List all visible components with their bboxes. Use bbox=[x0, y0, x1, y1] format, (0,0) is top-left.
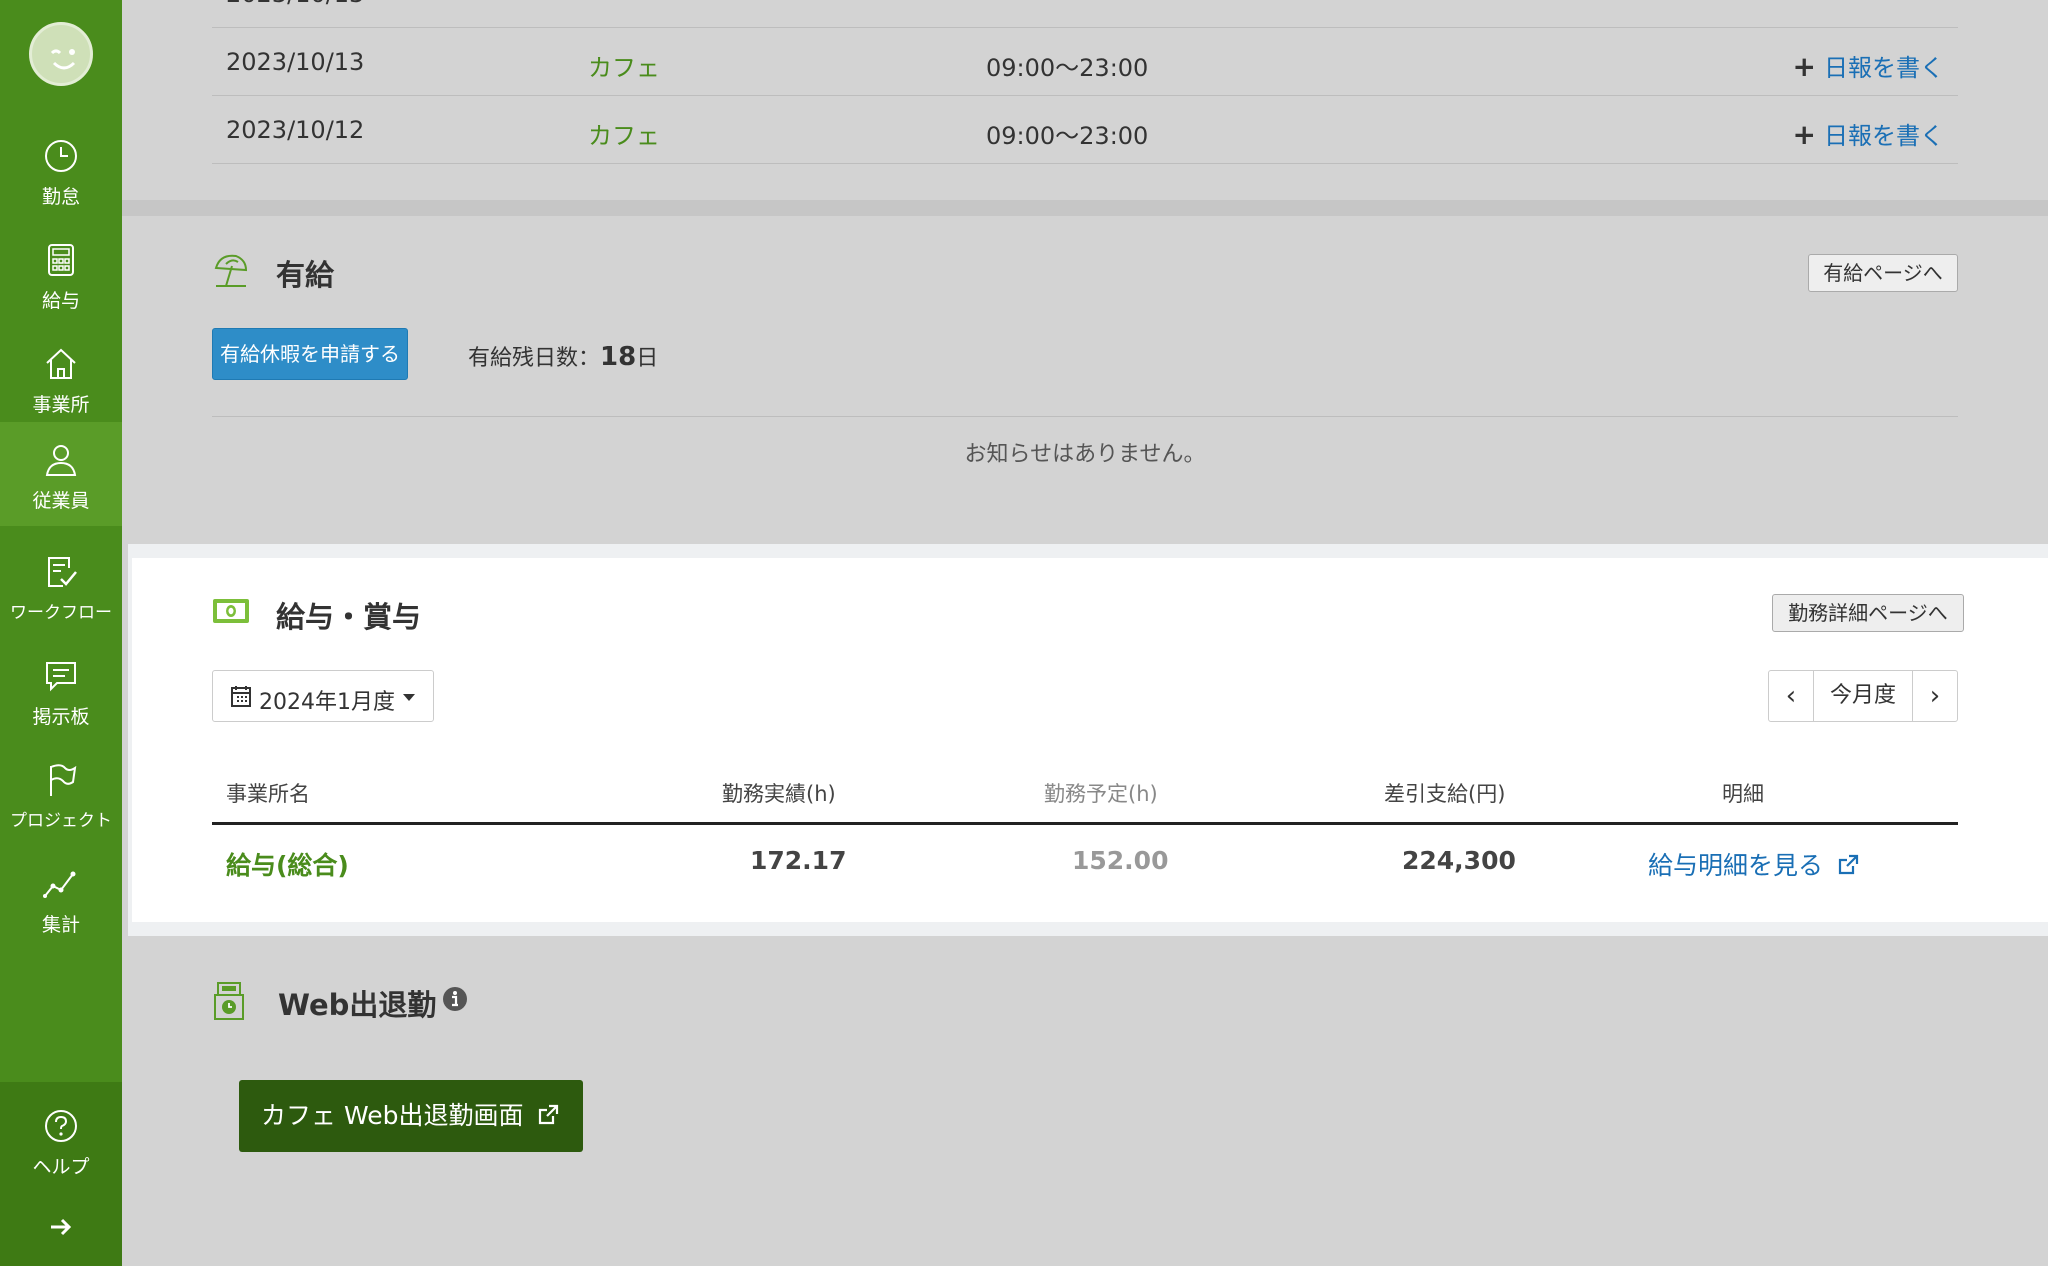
actual-hours-value: 172.17 bbox=[750, 846, 847, 875]
table-row: 2023/10/13 bbox=[212, 0, 1958, 28]
section-divider bbox=[122, 200, 2048, 216]
logo-avatar[interactable] bbox=[29, 22, 93, 86]
sidebar-item-label: 従業員 bbox=[32, 490, 90, 512]
table-header-rule bbox=[212, 822, 1958, 825]
sidebar-item-label: 掲示板 bbox=[32, 706, 90, 728]
paid-leave-page-button[interactable]: 有給ページへ bbox=[1808, 254, 1958, 292]
header-planned-hours: 勤務予定(h) bbox=[1044, 782, 1158, 806]
paid-leave-title: 有給 bbox=[276, 258, 335, 292]
sidebar-item-label: プロジェクト bbox=[10, 811, 112, 831]
salary-title: 給与・賞与 bbox=[276, 600, 422, 634]
wink-face-icon bbox=[50, 49, 76, 70]
remaining-days: 有給残日数：18日 bbox=[468, 340, 658, 372]
info-icon[interactable] bbox=[442, 986, 468, 1012]
shift-office: カフェ bbox=[588, 122, 660, 150]
no-notice-text: お知らせはありません。 bbox=[964, 442, 1206, 467]
header-statement: 明細 bbox=[1722, 782, 1764, 806]
home-icon bbox=[46, 348, 76, 379]
calendar-icon bbox=[231, 686, 251, 707]
plus-icon: + bbox=[1792, 118, 1816, 151]
table-row: 2023/10/12 カフェ 09:00～23:00 + 日報を書く bbox=[212, 96, 1958, 164]
help-label: ヘルプ bbox=[32, 1156, 90, 1178]
sidebar-item-analytics[interactable]: 集計 bbox=[0, 846, 122, 950]
shift-time: 09:00～23:00 bbox=[986, 54, 1149, 82]
chat-icon bbox=[46, 662, 76, 692]
calculator-icon bbox=[48, 244, 74, 276]
sidebar-item-attendance[interactable]: 勤怠 bbox=[0, 118, 122, 222]
sidebar-item-payroll[interactable]: 給与 bbox=[0, 222, 122, 326]
planned-hours-value: 152.00 bbox=[1072, 846, 1169, 875]
view-payslip-link[interactable]: 給与明細を見る bbox=[1648, 846, 1859, 882]
question-circle-icon bbox=[45, 1110, 77, 1142]
sidebar-item-office[interactable]: 事業所 bbox=[0, 326, 122, 430]
line-chart-icon bbox=[43, 871, 76, 898]
person-icon bbox=[45, 445, 77, 476]
remaining-value: 18 bbox=[600, 342, 637, 372]
remaining-label: 有給残日数： bbox=[468, 346, 601, 371]
external-link-icon bbox=[539, 1104, 559, 1125]
sidebar-item-bulletin[interactable]: 掲示板 bbox=[0, 638, 122, 742]
remaining-unit: 日 bbox=[636, 346, 659, 371]
header-actual-hours: 勤務実績(h) bbox=[722, 782, 836, 806]
clock-icon bbox=[45, 140, 77, 172]
next-month-button[interactable]: › bbox=[1913, 671, 1957, 721]
prev-month-button[interactable]: ‹ bbox=[1769, 671, 1813, 721]
paid-leave-section: 有給 有給ページへ 有給休暇を申請する 有給残日数：18日 お知らせはありません… bbox=[122, 216, 2048, 544]
sidebar-item-label: 事業所 bbox=[32, 394, 90, 416]
table-row: 2023/10/13 カフェ 09:00～23:00 + 日報を書く bbox=[212, 28, 1958, 96]
period-select[interactable]: 2024年1月度 bbox=[212, 670, 434, 722]
sidebar-item-workflow[interactable]: ワークフロー bbox=[0, 534, 122, 638]
write-report-link[interactable]: + 日報を書く bbox=[1793, 48, 1944, 83]
web-attendance-section: Web出退勤 カフェ Web出退勤画面 bbox=[122, 936, 2048, 1266]
month-pager: ‹ 今月度 › bbox=[1768, 670, 1958, 722]
main-content: 2023/10/13 2023/10/13 カフェ 09:00～23:00 +日… bbox=[122, 0, 2048, 1266]
sidebar-item-project[interactable]: プロジェクト bbox=[0, 742, 122, 846]
sidebar-footer: ヘルプ bbox=[0, 1082, 122, 1266]
net-pay-value: 224,300 bbox=[1402, 846, 1516, 875]
salary-card: 給与・賞与 勤務詳細ページへ 2024年1月度 ‹ 今月度 › 事業所名 勤務実… bbox=[128, 544, 2048, 936]
period-value: 2024年1月度 bbox=[259, 690, 395, 715]
header-net-pay: 差引支給(円) bbox=[1384, 782, 1506, 806]
current-month-button[interactable]: 今月度 bbox=[1813, 671, 1913, 721]
web-attendance-button[interactable]: カフェ Web出退勤画面 bbox=[239, 1080, 583, 1152]
apply-paid-leave-button[interactable]: 有給休暇を申請する bbox=[212, 328, 408, 380]
shift-date: 2023/10/13 bbox=[226, 0, 364, 8]
beach-umbrella-icon bbox=[214, 254, 248, 287]
web-attendance-title: Web出退勤 bbox=[278, 988, 437, 1022]
divider bbox=[212, 416, 1958, 417]
sidebar-item-label: ワークフロー bbox=[10, 603, 112, 623]
work-detail-page-button[interactable]: 勤務詳細ページへ bbox=[1772, 594, 1964, 632]
sidebar-item-label: 勤怠 bbox=[41, 186, 80, 208]
sidebar: 勤怠 給与 事業所 従業員 ワークフロー 掲示板 プロジェクト 集計 ヘルプ bbox=[0, 0, 122, 1266]
clipboard-check-icon bbox=[48, 557, 77, 587]
salary-office-name: 給与(総合) bbox=[226, 851, 349, 880]
shift-date: 2023/10/12 bbox=[226, 116, 365, 144]
plus-icon: + bbox=[1792, 50, 1816, 83]
shift-date: 2023/10/13 bbox=[226, 48, 365, 76]
shift-time: 09:00～23:00 bbox=[986, 122, 1149, 150]
sidebar-item-label: 集計 bbox=[41, 914, 80, 936]
arrow-right-icon[interactable] bbox=[48, 1214, 74, 1240]
help-button[interactable]: ヘルプ bbox=[0, 1104, 122, 1194]
flag-icon bbox=[50, 764, 77, 796]
external-link-icon bbox=[1838, 854, 1859, 875]
header-office: 事業所名 bbox=[226, 782, 310, 806]
sidebar-item-label: 給与 bbox=[41, 290, 80, 312]
shift-office: カフェ bbox=[588, 54, 660, 82]
sidebar-item-employees[interactable]: 従業員 bbox=[0, 422, 122, 526]
caret-down-icon bbox=[403, 694, 415, 701]
write-report-link[interactable]: + 日報を書く bbox=[1793, 116, 1944, 151]
time-clock-icon bbox=[214, 982, 244, 1020]
money-bill-icon bbox=[213, 599, 249, 623]
